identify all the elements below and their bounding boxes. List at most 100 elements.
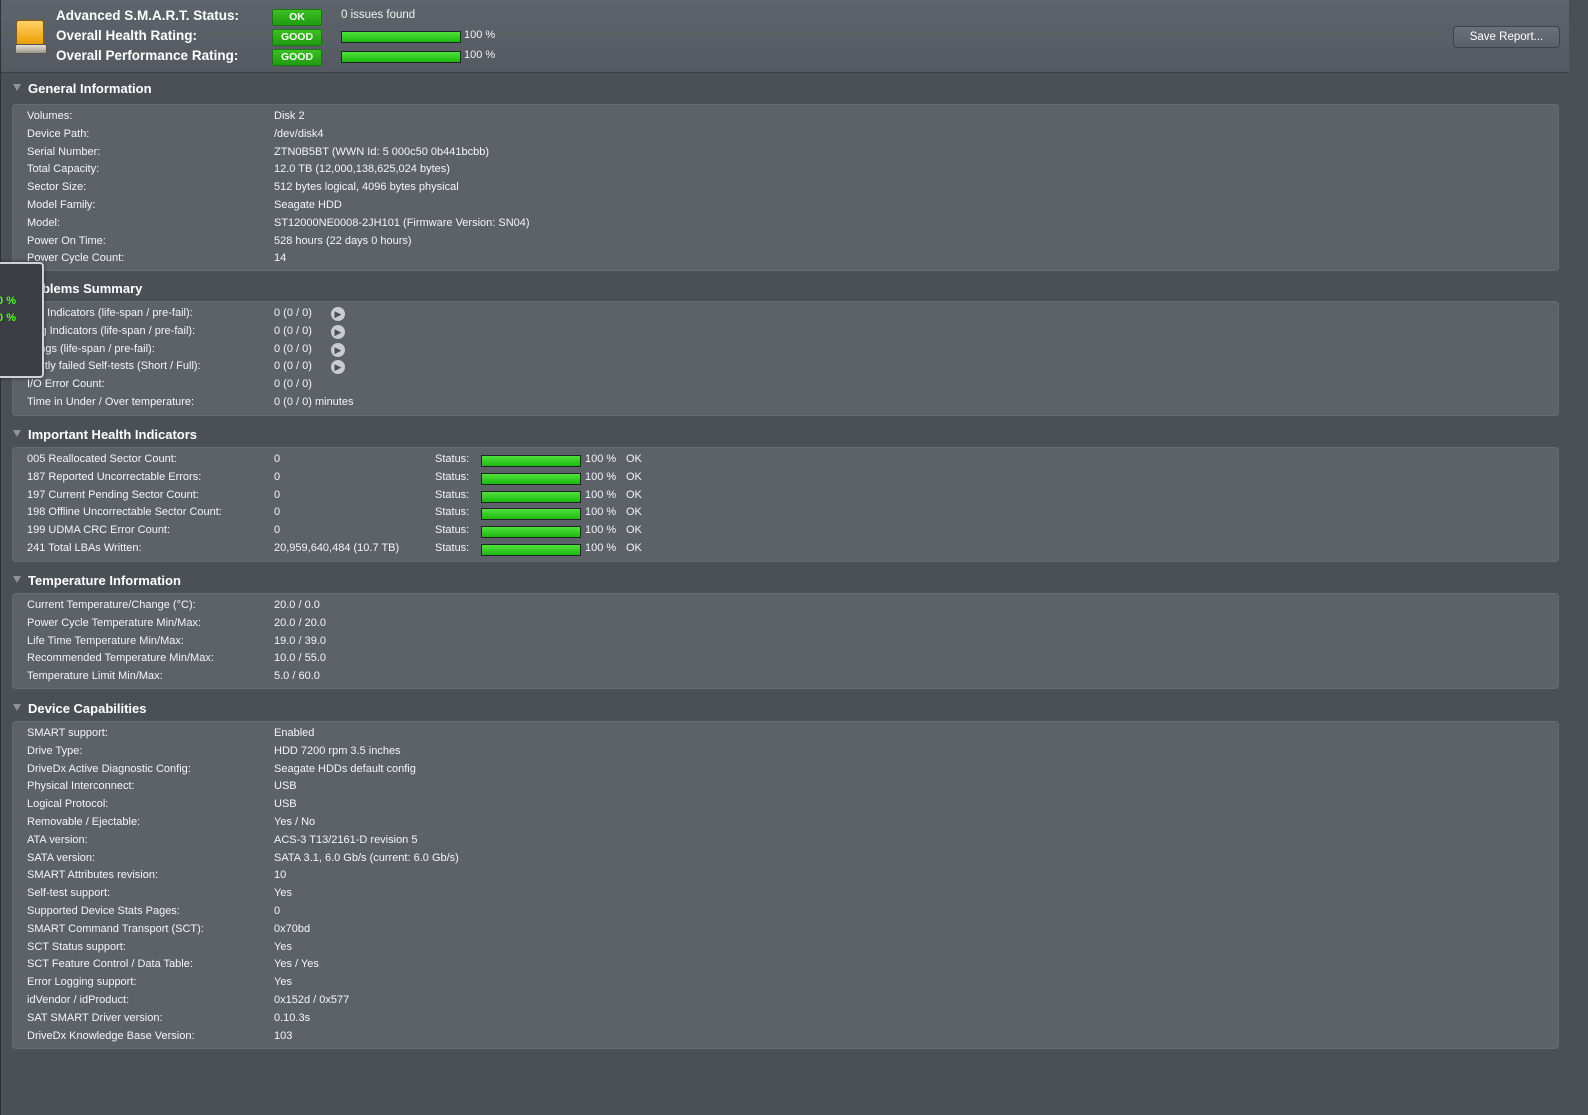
- row-label: Model Family:: [27, 199, 96, 211]
- row-label: SATA version:: [27, 851, 96, 864]
- details-arrow-icon[interactable]: ▶: [331, 360, 345, 375]
- row-value: 0 (0 / 0): [274, 378, 312, 391]
- health-indicator-bar-fill: [482, 509, 580, 520]
- health-rating-bar: [341, 31, 461, 43]
- health-indicators-section: Important Health Indicators 005 Realloca…: [12, 426, 1559, 562]
- capabilities-row: SCT Status support: Yes: [13, 940, 1558, 957]
- row-label: Error Logging support:: [27, 976, 137, 989]
- ratings-popup-overlay: .0 % .0 %: [0, 262, 44, 378]
- health-indicator-bar: [481, 490, 581, 503]
- row-value: 10: [274, 869, 287, 882]
- problems-summary-header[interactable]: oblems Summary: [12, 280, 1557, 300]
- health-indicator-bar: [481, 455, 581, 467]
- status-label: Status:: [435, 542, 470, 554]
- row-label: iled Indicators (life-span / pre-fail):: [27, 307, 193, 319]
- row-value: 103: [274, 1029, 293, 1042]
- drive-plate: [15, 44, 47, 54]
- row-value: 0: [274, 488, 281, 501]
- general-row: Sector Size: 512 bytes logical, 4096 byte…: [13, 180, 1558, 197]
- row-value: 528 hours (22 days 0 hours): [274, 234, 412, 247]
- details-arrow-icon[interactable]: ▶: [331, 307, 345, 321]
- temperature-header[interactable]: Temperature Information: [12, 572, 1557, 592]
- status-label: Status:: [435, 470, 470, 483]
- row-value: 0x152d / 0x577: [274, 994, 350, 1006]
- row-value: 0 (0 / 0): [274, 307, 312, 319]
- general-row: Power On Time: 528 hours (22 days 0 hours…: [13, 234, 1558, 251]
- disclosure-triangle-icon[interactable]: [13, 576, 21, 583]
- performance-rating-percent: 100 %: [464, 49, 496, 61]
- row-label: Drive Type:: [27, 744, 83, 757]
- row-value: 19.0 / 39.0: [274, 634, 326, 647]
- row-value: Yes: [274, 976, 292, 989]
- details-arrow-icon[interactable]: ▶: [331, 342, 345, 357]
- device-capabilities-box: SMART support: Enabled Drive Type: HDD 7200…: [12, 721, 1559, 1049]
- problems-summary-section: oblems Summary iled Indicators (life-spa…: [12, 280, 1559, 416]
- capabilities-row: DriveDx Knowledge Base Version: 103: [13, 1029, 1558, 1046]
- capabilities-row: idVendor / idProduct: 0x152d / 0x577: [13, 993, 1558, 1010]
- save-report-button[interactable]: Save Report...: [1453, 26, 1560, 48]
- row-label: Serial Number:: [27, 145, 101, 158]
- row-label: cently failed Self-tests (Short / Full):: [27, 360, 201, 373]
- window-left-edge: [0, 0, 1, 1115]
- health-indicators-header[interactable]: Important Health Indicators: [12, 426, 1557, 446]
- row-value: 14: [274, 252, 287, 265]
- row-value: 0 (0 / 0) minutes: [274, 396, 354, 408]
- temperature-row: Recommended Temperature Min/Max: 10.0 / 5…: [13, 651, 1558, 668]
- health-indicator-bar-fill: [482, 473, 580, 484]
- row-label: SAT SMART Driver version:: [27, 1011, 163, 1024]
- row-label: Time in Under / Over temperature:: [27, 396, 195, 408]
- row-label: SCT Status support:: [27, 940, 126, 953]
- status-label: Status:: [435, 453, 470, 465]
- general-row: Volumes: Disk 2: [13, 109, 1558, 126]
- disclosure-triangle-icon[interactable]: [13, 704, 21, 711]
- section-title: oblems Summary: [34, 281, 143, 296]
- row-label: Current Temperature/Change (°C):: [27, 599, 196, 611]
- row-label: Volumes:: [27, 110, 73, 122]
- row-value: 0 (0 / 0): [274, 342, 312, 355]
- performance-rating-bar: [341, 51, 461, 63]
- row-label: iling Indicators (life-span / pre-fail):: [27, 324, 196, 337]
- disclosure-triangle-icon[interactable]: [13, 430, 21, 437]
- health-row: 199 UDMA CRC Error Count: 0 Status: 100 % OK: [13, 523, 1558, 540]
- row-label: Total Capacity:: [27, 163, 100, 176]
- disclosure-triangle-icon[interactable]: [13, 84, 21, 91]
- row-label: DriveDx Active Diagnostic Config:: [27, 762, 191, 775]
- status-label: Status:: [435, 488, 470, 501]
- details-arrow-icon[interactable]: ▶: [331, 324, 345, 339]
- row-value: 10.0 / 55.0: [274, 652, 326, 665]
- general-row: Device Path: /dev/disk4: [13, 127, 1558, 144]
- health-row: 197 Current Pending Sector Count: 0 Status…: [13, 488, 1558, 505]
- row-value: 0: [274, 470, 281, 483]
- smart-status-label: Advanced S.M.A.R.T. Status:: [56, 8, 240, 23]
- health-rating-badge: GOOD: [272, 29, 322, 46]
- device-capabilities-header[interactable]: Device Capabilities: [12, 700, 1557, 720]
- row-value: SATA 3.1, 6.0 Gb/s (current: 6.0 Gb/s): [274, 851, 459, 864]
- general-row: Total Capacity: 12.0 TB (12,000,138,625,0…: [13, 162, 1558, 179]
- row-value: Seagate HDD: [274, 199, 342, 211]
- capabilities-row: SMART support: Enabled: [13, 726, 1558, 743]
- performance-rating-badge: GOOD: [272, 49, 322, 66]
- row-label: 241 Total LBAs Written:: [27, 542, 142, 554]
- row-value: Yes: [274, 940, 292, 953]
- row-value: Yes / Yes: [274, 958, 319, 971]
- health-rating-percent: 100 %: [464, 29, 496, 41]
- row-label: 199 UDMA CRC Error Count:: [27, 524, 171, 537]
- row-label: Sector Size:: [27, 181, 87, 194]
- row-value: ZTN0B5BT (WWN Id: 5 000c50 0b441bcbb): [274, 145, 490, 158]
- row-label: I/O Error Count:: [27, 378, 105, 391]
- row-value: 0: [274, 506, 281, 519]
- general-information-header[interactable]: General Information: [12, 80, 1557, 100]
- health-indicator-percent: 100 %: [585, 453, 617, 465]
- right-gutter: [1569, 0, 1588, 1115]
- row-label: Self-test support:: [27, 887, 111, 900]
- row-value: 0: [274, 524, 281, 537]
- performance-rating-bar-fill: [342, 52, 460, 62]
- health-indicator-state: OK: [626, 453, 642, 465]
- problems-summary-box: iled Indicators (life-span / pre-fail): 0…: [12, 301, 1559, 416]
- capabilities-row: SCT Feature Control / Data Table: Yes / Y…: [13, 957, 1558, 974]
- performance-rating-row: Overall Performance Rating: GOOD 100 %: [56, 48, 516, 66]
- row-label: Temperature Limit Min/Max:: [27, 670, 163, 683]
- temperature-row: Temperature Limit Min/Max: 5.0 / 60.0: [13, 669, 1558, 686]
- row-value: Seagate HDDs default config: [274, 762, 416, 775]
- capabilities-row: DriveDx Active Diagnostic Config: Seagate…: [13, 762, 1558, 779]
